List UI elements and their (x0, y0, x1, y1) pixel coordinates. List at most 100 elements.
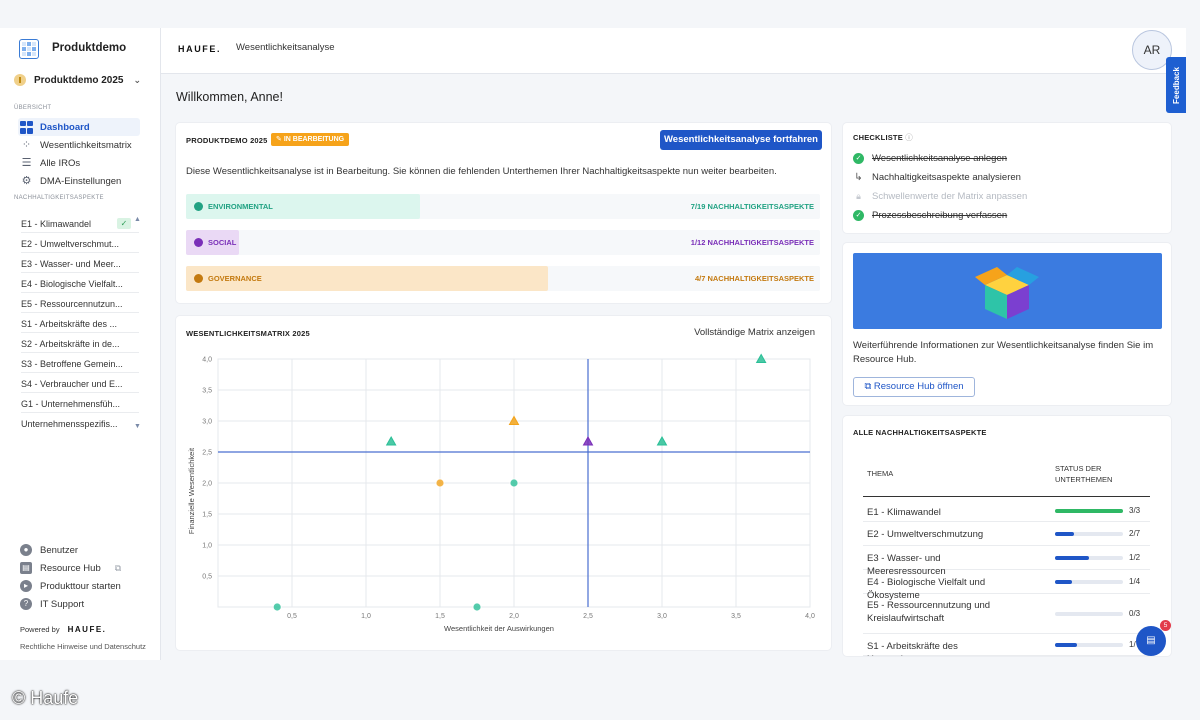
aspect-status-value: 3/3 (1129, 506, 1141, 515)
topic-label: E5 - Ressourcennutzun... (21, 298, 123, 309)
x-tick-label: 1,0 (361, 613, 371, 620)
data-point-triangle (582, 435, 594, 446)
data-point-triangle (656, 435, 668, 446)
progress-social-label: SOCIAL (194, 238, 236, 247)
table-header-divider (863, 496, 1150, 497)
y-tick-label: 1,5 (202, 512, 212, 519)
topic-label: S2 - Arbeitskräfte in de... (21, 338, 120, 349)
table-row[interactable]: E2 - Umweltverschmutzung 2/7 (863, 522, 1150, 546)
arrow-sub-icon: ↳ (854, 172, 863, 183)
play-icon: ▸ (20, 580, 32, 592)
welcome-heading: Willkommen, Anne! (176, 90, 283, 104)
resource-hub-banner (853, 253, 1162, 329)
y-tick-label: 2,5 (202, 450, 212, 457)
sidebar-topic-e3[interactable]: E3 - Wasser- und Meer... (21, 255, 139, 273)
topic-label: E4 - Biologische Vielfalt... (21, 278, 123, 289)
topic-label: G1 - Unternehmensfüh... (21, 398, 121, 409)
table-row[interactable]: E5 - Ressourcennutzung und Kreislaufwirt… (863, 594, 1150, 634)
feedback-label: Feedback (1171, 66, 1181, 104)
scroll-up-icon[interactable]: ▲ (134, 216, 141, 223)
x-tick-label: 4,0 (805, 613, 815, 620)
col-header-status: STATUS DER UNTERTHEMEN (1055, 464, 1113, 484)
section-aspects-label: NACHHALTIGKEITSASPEKTE (14, 195, 104, 201)
external-link-icon: ⧉ (114, 562, 122, 573)
status-card-title: PRODUKTDEMO 2025 (186, 136, 268, 145)
aspect-progress-bar (1055, 580, 1123, 584)
aspect-status-value: 2/7 (1129, 529, 1141, 538)
table-row[interactable]: E4 - Biologische Vielfalt und Ökosysteme… (863, 570, 1150, 601)
nav-it-support[interactable]: ? IT Support (20, 598, 84, 610)
status-card: PRODUKTDEMO 2025 ✎ IN BEARBEITUNG Wesent… (176, 123, 831, 303)
checklist-item-label: Nachhaltigkeitsaspekte analysieren (872, 172, 1021, 183)
building-icon (194, 274, 203, 283)
progress-environmental-count: 7/19 NACHHALTIGKEITSASPEKTE (690, 202, 814, 211)
aspect-name: S1 - Arbeitskräfte des Unternehmens (867, 641, 958, 656)
aspect-status-value: 0/3 (1129, 609, 1141, 618)
project-name: Produktdemo 2025 (34, 74, 124, 86)
x-tick-label: 3,5 (731, 613, 741, 620)
aspect-status-value: 1/4 (1129, 577, 1141, 586)
y-tick-label: 1,0 (202, 543, 212, 550)
topic-label: E3 - Wasser- und Meer... (21, 258, 121, 269)
open-resource-hub-button[interactable]: ⧉ Resource Hub öffnen (853, 377, 975, 397)
x-axis-label: Wesentlichkeit der Auswirkungen (444, 624, 554, 633)
list-icon: ☰ (21, 156, 32, 169)
feedback-button[interactable]: Feedback (1166, 57, 1186, 113)
data-point-circle (509, 478, 519, 488)
nav-dashboard[interactable]: Dashboard (18, 118, 140, 136)
check-circle-icon: ✓ (853, 210, 864, 221)
y-tick-label: 0,5 (202, 574, 212, 581)
table-row[interactable]: E1 - Klimawandel 3/3 (863, 500, 1150, 522)
app-logo-icon (19, 39, 39, 59)
lock-icon: 🔒︎ (856, 191, 861, 201)
smile-icon (194, 238, 203, 247)
open-box-icon (975, 267, 1039, 319)
sidebar-topic-e4[interactable]: E4 - Biologische Vielfalt... (21, 275, 139, 293)
gear-icon: ⚙ (21, 174, 32, 187)
data-point-circle (435, 478, 445, 488)
progress-governance-label: GOVERNANCE (194, 274, 262, 283)
y-axis-label: Finanzielle Wesentlichkeit (187, 447, 196, 534)
check-circle-icon: ✓ (853, 153, 864, 164)
chat-button[interactable]: ▤ (1136, 626, 1166, 656)
continue-analysis-button[interactable]: Wesentlichkeitsanalyse fortfahren (660, 130, 822, 150)
nav-users[interactable]: ● Benutzer (20, 544, 78, 556)
check-icon: ✓ (117, 218, 131, 229)
sidebar-topic-e1[interactable]: E1 - Klimawandel ✓ (21, 215, 139, 233)
scroll-down-icon[interactable]: ▼ (134, 423, 141, 430)
nav-product-tour[interactable]: ▸ Produkttour starten (20, 580, 121, 592)
nav-matrix-label: Wesentlichkeitsmatrix (40, 139, 132, 151)
sidebar-topic-g1[interactable]: G1 - Unternehmensfüh... (21, 395, 139, 413)
y-tick-label: 4,0 (202, 357, 212, 364)
help-icon: ? (20, 598, 32, 610)
nav-dma-label: DMA-Einstellungen (40, 175, 122, 187)
sidebar-topic-custom[interactable]: Unternehmensspezifis... (21, 415, 139, 433)
checklist-item-2[interactable]: ↳ Nachhaltigkeitsaspekte analysieren (853, 172, 1021, 183)
nav-resource-hub[interactable]: ▤ Resource Hub ⧉ (20, 562, 121, 574)
checklist-item-1[interactable]: ✓ Wesentlichkeitsanalyse anlegen (853, 153, 1007, 164)
table-row[interactable]: E3 - Wasser- und Meeresressourcen 1/2 (863, 546, 1150, 577)
nav-alle-iros[interactable]: ☰ Alle IROs (18, 154, 140, 172)
social-label: SOCIAL (208, 238, 237, 247)
external-link-icon: ⧉ (864, 381, 872, 392)
project-selector[interactable]: Produktdemo 2025 ⌄ (14, 74, 141, 86)
x-tick-label: 0,5 (287, 613, 297, 620)
sidebar-topic-s4[interactable]: S4 - Verbraucher und E... (21, 375, 139, 393)
nav-dma-settings[interactable]: ⚙ DMA-Einstellungen (18, 172, 140, 190)
status-badge-label: IN BEARBEITUNG (283, 136, 345, 143)
sidebar-topic-e5[interactable]: E5 - Ressourcennutzun... (21, 295, 139, 313)
user-icon: ● (20, 544, 32, 556)
checklist-item-4[interactable]: ✓ Prozessbeschreibung verfassen (853, 210, 1007, 221)
sidebar-topic-s3[interactable]: S3 - Betroffene Gemein... (21, 355, 139, 373)
aspect-status-value: 1/ (1129, 640, 1136, 649)
sidebar-topic-s2[interactable]: S2 - Arbeitskräfte in de... (21, 335, 139, 353)
nav-wesentlichkeitsmatrix[interactable]: ⁘ Wesentlichkeitsmatrix (18, 136, 140, 154)
legal-link[interactable]: Rechtliche Hinweise und Datenschutz (20, 642, 146, 651)
checklist-item-3[interactable]: 🔒︎ Schwellenwerte der Matrix anpassen (853, 191, 1027, 202)
sidebar-topic-s1[interactable]: S1 - Arbeitskräfte des ... (21, 315, 139, 333)
table-row[interactable]: S1 - Arbeitskräfte des Unternehmens 1/ (863, 634, 1150, 656)
open-resource-hub-label: Resource Hub öffnen (873, 381, 964, 392)
aspects-card: ALLE NACHHALTIGKEITSASPEKTE THEMA STATUS… (843, 416, 1171, 656)
aspect-progress-fill (1055, 509, 1123, 513)
sidebar-topic-e2[interactable]: E2 - Umweltverschmut... (21, 235, 139, 253)
